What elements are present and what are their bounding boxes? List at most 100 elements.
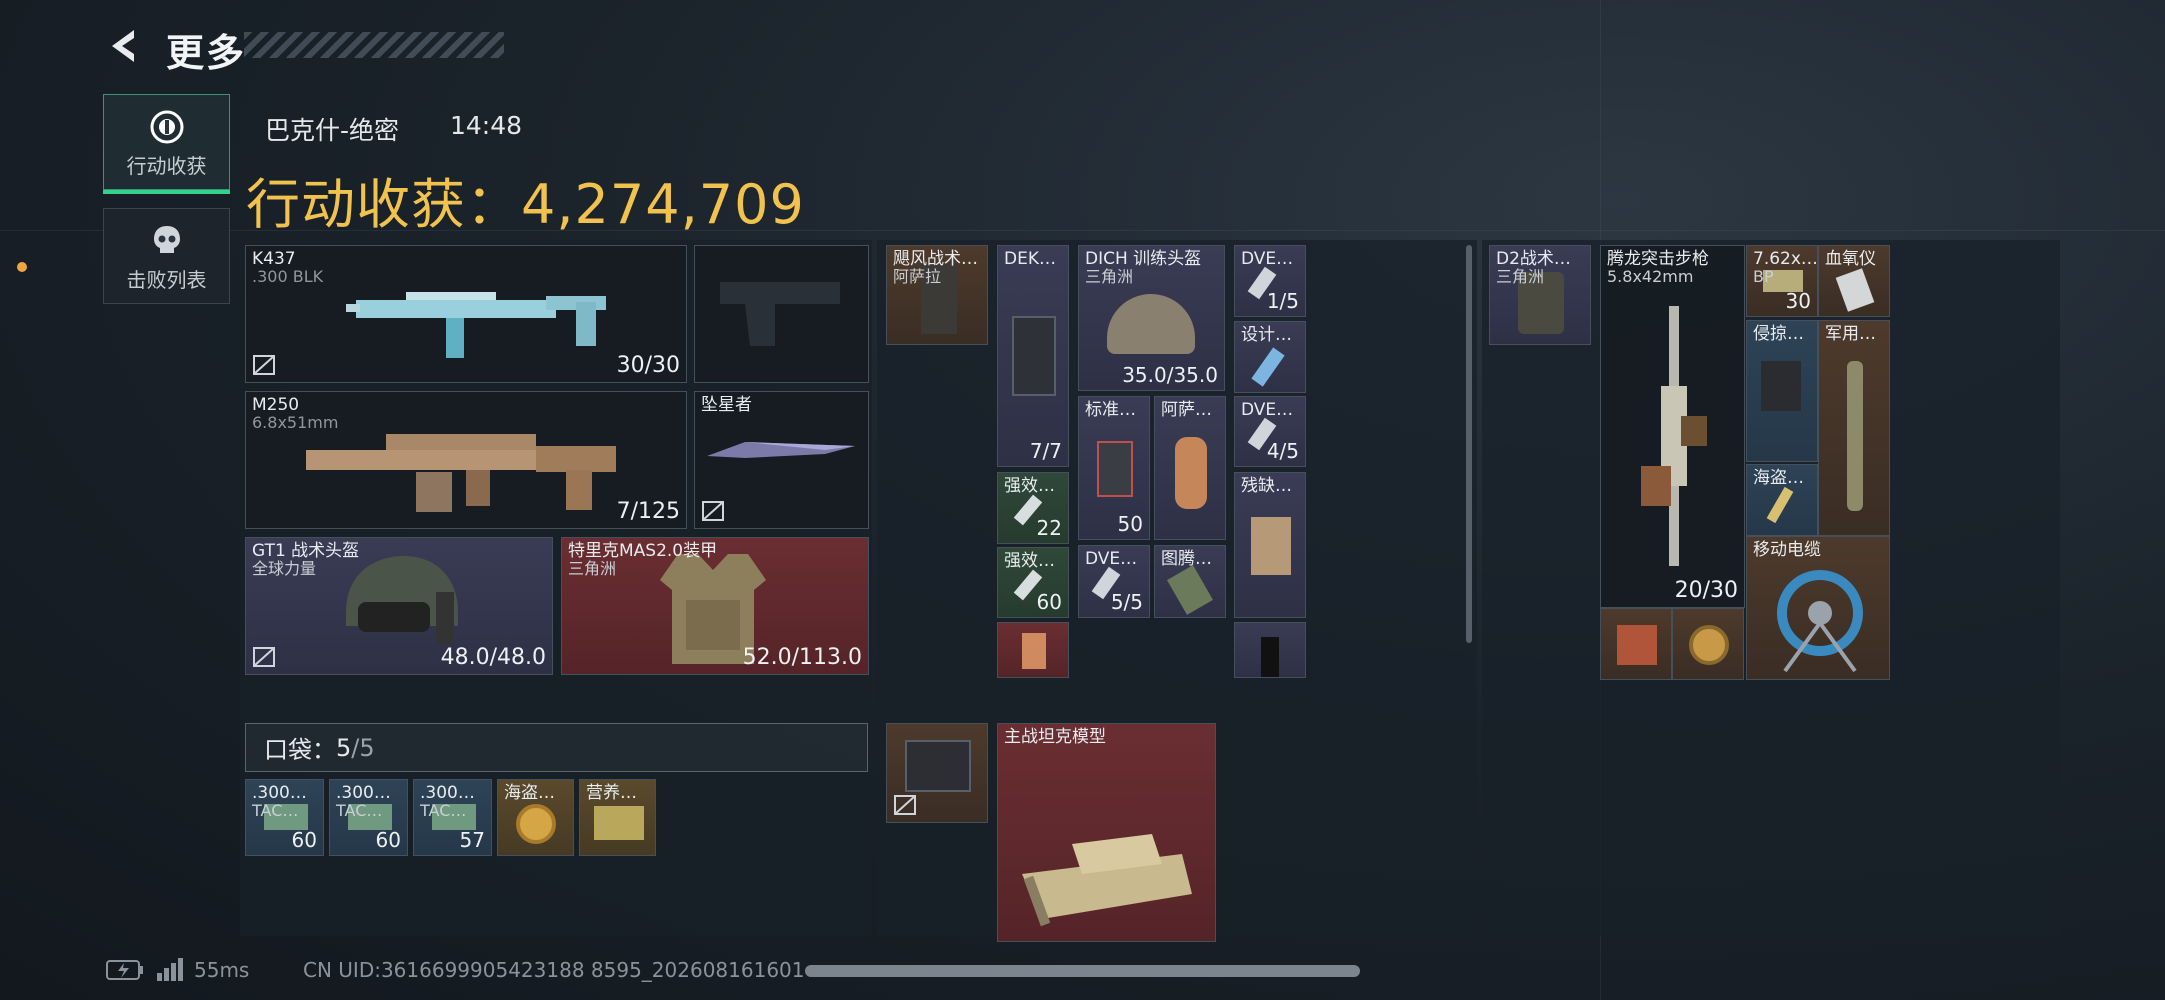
backpack-item-ammo[interactable]: 7.62x… BP 30 bbox=[1746, 245, 1818, 317]
rig-item-totem[interactable]: 图腾… bbox=[1154, 545, 1226, 618]
pocket-label: 口袋： bbox=[264, 736, 336, 764]
safe-box-slot[interactable] bbox=[886, 723, 988, 823]
pocket-item[interactable]: .300… TAC… 60 bbox=[245, 779, 324, 856]
backpack-slot[interactable]: D2战术… 三角洲 bbox=[1489, 245, 1591, 345]
haul-total: 行动收获：4,274,709 bbox=[246, 160, 805, 239]
secondary-weapon-slot[interactable]: M250 6.8x51mm 7/125 bbox=[245, 391, 687, 529]
ammo-count: 30/30 bbox=[616, 353, 680, 378]
rig-item-boost-2[interactable]: 强效… 60 bbox=[997, 547, 1069, 618]
unlocked-icon bbox=[253, 355, 275, 375]
item-count: 7/7 bbox=[1029, 439, 1062, 463]
backpack-item-coin[interactable] bbox=[1672, 608, 1744, 680]
back-button[interactable] bbox=[100, 22, 148, 70]
rig-item-device[interactable] bbox=[1234, 622, 1306, 678]
horizontal-scrollbar[interactable] bbox=[805, 965, 1360, 977]
item-count: 60 bbox=[291, 828, 317, 852]
backpack-item-card[interactable] bbox=[1600, 608, 1672, 680]
lantern-icon bbox=[1175, 437, 1207, 509]
rig-item-dek[interactable]: DEK… 7/7 bbox=[997, 245, 1069, 467]
ammo-count: 20/30 bbox=[1674, 578, 1738, 603]
rig-item-dve-1[interactable]: DVE… 1/5 bbox=[1234, 245, 1306, 317]
item-name: .300… bbox=[420, 783, 475, 803]
backpack-item-invader[interactable]: 侵掠… bbox=[1746, 320, 1818, 462]
page-title: 更多 bbox=[166, 31, 247, 75]
backpack-item-military[interactable]: 军用… bbox=[1818, 320, 1890, 536]
pistol-slot[interactable] bbox=[694, 245, 869, 383]
rig-item-dve-2[interactable]: DVE… 4/5 bbox=[1234, 396, 1306, 467]
safe-box-item-tank[interactable]: 主战坦克模型 bbox=[997, 723, 1216, 942]
rig-item-standard[interactable]: 标准… 50 bbox=[1078, 396, 1150, 540]
tab-mission-haul[interactable]: 行动收获 bbox=[103, 94, 230, 190]
item-name: .300… bbox=[336, 783, 391, 803]
helmet-icon bbox=[1107, 294, 1195, 354]
haul-label: 行动收获： bbox=[246, 173, 521, 236]
keycard-icon bbox=[1012, 316, 1056, 396]
item-name: 军用… bbox=[1825, 324, 1876, 344]
tab-defeat-list[interactable]: 击败列表 bbox=[103, 208, 230, 304]
item-name: 血氧仪 bbox=[1825, 249, 1876, 269]
weapon-ammo: 6.8x51mm bbox=[252, 413, 339, 432]
rig-scrollbar[interactable] bbox=[1466, 245, 1472, 643]
back-arrow-icon bbox=[112, 30, 134, 62]
item-sub: TAC… bbox=[420, 801, 467, 820]
signal-strength-icon bbox=[157, 958, 183, 981]
pocket-item[interactable]: .300… TAC… 57 bbox=[413, 779, 492, 856]
injector-icon bbox=[1251, 347, 1285, 387]
title-decoration bbox=[244, 32, 504, 58]
weapon-name: K437 bbox=[252, 249, 296, 269]
durability: 48.0/48.0 bbox=[440, 645, 546, 670]
backpack-item-rifle[interactable]: 腾龙突击步枪 5.8x42mm 20/30 bbox=[1600, 245, 1745, 608]
item-name: 腾龙突击步枪 bbox=[1607, 249, 1709, 269]
item-sub: TAC… bbox=[336, 801, 383, 820]
rig-item-broken[interactable]: 残缺… bbox=[1234, 472, 1306, 618]
rig-item-medal[interactable] bbox=[997, 622, 1069, 678]
durability: 52.0/113.0 bbox=[742, 645, 862, 670]
primary-weapon-slot[interactable]: K437 .300 BLK 30/30 bbox=[245, 245, 687, 383]
item-count: 4/5 bbox=[1266, 439, 1299, 463]
item-name: 主战坦克模型 bbox=[1004, 727, 1106, 747]
battery-icon bbox=[1097, 441, 1133, 497]
item-name: 海盗… bbox=[504, 783, 555, 803]
map-name: 巴克什-绝密 bbox=[265, 116, 400, 145]
item-name: 设计… bbox=[1241, 325, 1292, 345]
unlocked-icon bbox=[894, 795, 916, 815]
item-name: DVE… bbox=[1241, 249, 1294, 269]
case-icon bbox=[905, 740, 971, 792]
oximeter-icon bbox=[1835, 268, 1875, 312]
armor-name: 特里克MAS2.0装甲 bbox=[568, 541, 718, 561]
item-count: 30 bbox=[1785, 289, 1811, 313]
ping-value: 55ms bbox=[194, 958, 250, 982]
totem-icon bbox=[1167, 565, 1213, 615]
weapon-name: M250 bbox=[252, 395, 300, 415]
uid-text: CN UID:3616699905423188 8595_20260816160… bbox=[303, 958, 805, 982]
melee-slot[interactable]: 坠星者 bbox=[694, 391, 869, 529]
rig-item-boost-1[interactable]: 强效… 22 bbox=[997, 472, 1069, 544]
tube-icon bbox=[1847, 361, 1863, 511]
helmet-slot[interactable]: GT1 战术头盔 全球力量 48.0/48.0 bbox=[245, 537, 553, 675]
tab-label: 行动收获 bbox=[126, 154, 207, 178]
armor-slot[interactable]: 特里克MAS2.0装甲 三角洲 52.0/113.0 bbox=[561, 537, 869, 675]
item-name: 营养… bbox=[586, 783, 637, 803]
backpack-item-cable[interactable]: 移动电缆 bbox=[1746, 536, 1890, 680]
item-name: D2战术… bbox=[1496, 249, 1571, 269]
rig-item-design[interactable]: 设计… bbox=[1234, 321, 1306, 393]
battery-icon bbox=[106, 960, 143, 980]
item-count: 50 bbox=[1117, 512, 1143, 536]
rig-item-dve-3[interactable]: DVE… 5/5 bbox=[1078, 545, 1150, 618]
durability: 35.0/35.0 bbox=[1122, 363, 1218, 387]
pocket-item[interactable]: 营养… bbox=[579, 779, 656, 856]
coin-icon bbox=[1689, 625, 1729, 665]
pistol-silhouette-icon bbox=[720, 282, 840, 346]
item-count: 57 bbox=[459, 828, 485, 852]
backpack-item-pirate[interactable]: 海盗… bbox=[1746, 464, 1818, 536]
pocket-used: 5 bbox=[336, 733, 352, 762]
backpack-item-oximeter[interactable]: 血氧仪 bbox=[1818, 245, 1890, 317]
item-name: DVE… bbox=[1241, 400, 1294, 420]
rig-item-dich-helmet[interactable]: DICH 训练头盔 三角洲 35.0/35.0 bbox=[1078, 245, 1225, 391]
pocket-item[interactable]: .300… TAC… 60 bbox=[329, 779, 408, 856]
item-name: 移动电缆 bbox=[1753, 540, 1821, 560]
rig-item-asala[interactable]: 阿萨… bbox=[1154, 396, 1226, 540]
pocket-item[interactable]: 海盗… bbox=[497, 779, 574, 856]
chest-rig-slot[interactable]: 飓风战术… 阿萨拉 bbox=[886, 245, 988, 345]
item-sub: 5.8x42mm bbox=[1607, 267, 1694, 286]
